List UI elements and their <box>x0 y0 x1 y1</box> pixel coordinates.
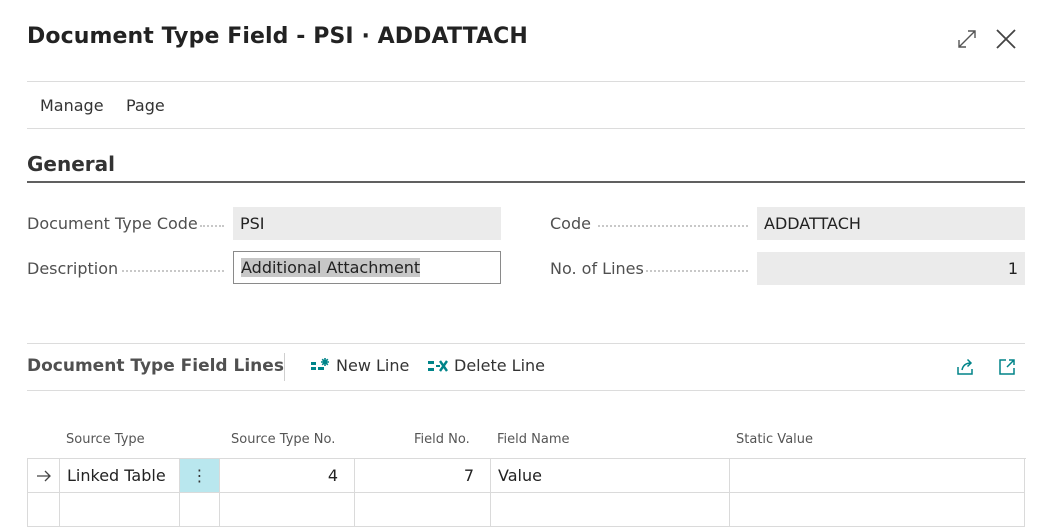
source-type-value: Linked Table <box>67 466 166 485</box>
page-title: Document Type Field - PSI · ADDATTACH <box>27 24 528 49</box>
share-icon-glyph <box>957 358 973 375</box>
description-input[interactable]: Additional Attachment <box>233 251 501 284</box>
source-type-no-cell[interactable]: 4 <box>220 459 355 493</box>
code-label: Code <box>550 214 591 233</box>
column-header-field-no[interactable]: Field No. <box>414 432 470 447</box>
no-of-lines-label: No. of Lines <box>550 259 644 278</box>
no-of-lines-field[interactable]: 1 <box>757 252 1025 285</box>
table-row-empty[interactable] <box>28 493 1026 527</box>
description-value: Additional Attachment <box>241 258 421 277</box>
column-header-source-type[interactable]: Source Type <box>66 432 145 447</box>
empty-cell[interactable] <box>491 493 730 527</box>
lines-grid: Linked Table ⋮ 4 7 Value <box>27 458 1026 527</box>
field-no-value: 7 <box>463 466 474 485</box>
lines-top-divider <box>27 343 1025 344</box>
code-field[interactable]: ADDATTACH <box>757 207 1025 240</box>
lines-title-separator <box>284 353 285 381</box>
field-no-cell[interactable]: 7 <box>355 459 491 493</box>
field-name-cell[interactable]: Value <box>491 459 730 493</box>
code-dots <box>598 225 748 227</box>
empty-cell[interactable] <box>730 493 1025 527</box>
source-type-cell[interactable]: Linked Table <box>60 459 180 493</box>
empty-cell[interactable] <box>220 493 355 527</box>
no-of-lines-value: 1 <box>1007 259 1018 278</box>
menu-manage[interactable]: Manage <box>40 96 104 115</box>
description-label: Description <box>27 259 119 278</box>
share-icon[interactable] <box>955 357 975 377</box>
header-divider <box>27 81 1025 82</box>
row-indicator-cell <box>28 459 60 493</box>
new-line-label: New Line <box>336 356 410 375</box>
expand-icon[interactable] <box>954 26 980 52</box>
lines-header-divider <box>27 390 1025 391</box>
source-type-no-value: 4 <box>327 466 338 485</box>
arrow-right-icon <box>36 470 51 481</box>
document-type-code-label: Document Type Code <box>27 214 198 233</box>
column-header-field-name[interactable]: Field Name <box>497 432 570 447</box>
description-dots <box>122 270 224 272</box>
row-actions-button[interactable]: ⋮ <box>180 459 220 493</box>
new-line-button[interactable]: New Line <box>310 356 409 375</box>
menu-divider <box>27 128 1025 129</box>
no-of-lines-dots <box>646 270 748 272</box>
empty-cell <box>180 493 220 527</box>
open-in-new-icon-glyph <box>999 359 1015 375</box>
delete-line-button[interactable]: Delete Line <box>427 356 545 375</box>
static-value-cell[interactable] <box>730 459 1025 493</box>
table-row[interactable]: Linked Table ⋮ 4 7 Value <box>28 459 1026 493</box>
document-type-code-dots <box>200 225 224 227</box>
menu-page[interactable]: Page <box>126 96 165 115</box>
column-header-source-type-no[interactable]: Source Type No. <box>231 432 335 447</box>
empty-cell <box>28 493 60 527</box>
lines-section-title[interactable]: Document Type Field Lines <box>27 356 284 376</box>
more-vertical-icon: ⋮ <box>191 466 208 485</box>
delete-line-label: Delete Line <box>454 356 545 375</box>
document-type-code-field[interactable]: PSI <box>233 207 501 240</box>
expand-icon-glyph <box>958 30 976 48</box>
close-icon[interactable] <box>993 26 1019 52</box>
open-in-new-icon[interactable] <box>997 357 1017 377</box>
code-value: ADDATTACH <box>764 214 861 233</box>
close-icon-glyph <box>996 29 1016 49</box>
delete-line-icon <box>428 359 448 372</box>
empty-cell[interactable] <box>60 493 180 527</box>
empty-cell[interactable] <box>355 493 491 527</box>
field-name-value: Value <box>498 466 542 485</box>
general-section-rule <box>27 181 1025 183</box>
new-line-icon <box>311 357 329 370</box>
general-section-title[interactable]: General <box>27 152 115 176</box>
document-type-code-value: PSI <box>240 214 265 233</box>
column-header-static-value[interactable]: Static Value <box>736 432 813 447</box>
